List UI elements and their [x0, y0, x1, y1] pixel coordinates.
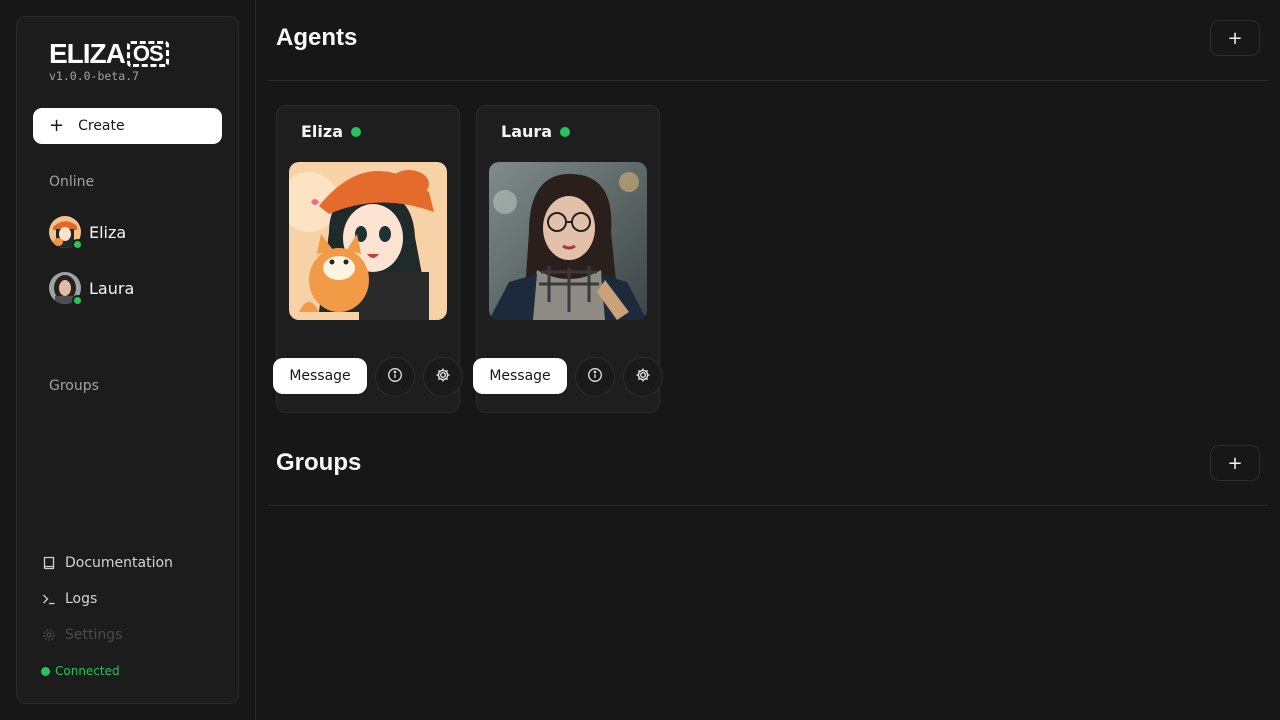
- logs-label: Logs: [65, 591, 98, 607]
- terminal-icon: [41, 591, 57, 607]
- settings-link[interactable]: Settings: [41, 624, 122, 646]
- app-logo[interactable]: ELIZA OS: [49, 39, 169, 69]
- create-label: Create: [78, 118, 125, 134]
- sidebar-container: ELIZA OS v1.0.0-beta.7 + Create Online E…: [0, 0, 256, 720]
- connection-status: Connected: [41, 664, 120, 678]
- agents-title: Agents: [276, 24, 358, 51]
- sidebar-agent-eliza[interactable]: Eliza: [49, 214, 219, 250]
- agent-card-title: Laura: [501, 122, 571, 141]
- book-icon: [41, 555, 57, 571]
- documentation-label: Documentation: [65, 555, 173, 571]
- logo-text: ELIZA: [49, 38, 126, 69]
- message-button[interactable]: Message: [273, 358, 367, 394]
- logs-link[interactable]: Logs: [41, 588, 97, 610]
- online-status-dot: [560, 126, 571, 137]
- documentation-link[interactable]: Documentation: [41, 552, 173, 574]
- laura-portrait-image: [489, 162, 647, 320]
- logo-os: OS: [126, 41, 169, 67]
- agent-card-laura: Laura Message: [473, 105, 663, 413]
- plus-icon: +: [1227, 27, 1243, 49]
- settings-button[interactable]: [623, 357, 663, 397]
- sidebar-agent-laura[interactable]: Laura: [49, 270, 219, 306]
- connection-status-dot: [41, 666, 50, 676]
- sidebar: ELIZA OS v1.0.0-beta.7 + Create Online E…: [16, 16, 239, 704]
- divider: [268, 80, 1268, 81]
- avatar: [49, 272, 83, 306]
- agent-card-title: Eliza: [301, 122, 362, 141]
- add-agent-button[interactable]: +: [1210, 20, 1260, 56]
- agent-card-eliza: Eliza Message: [273, 105, 463, 413]
- info-button[interactable]: [575, 357, 615, 397]
- create-button[interactable]: + Create: [33, 108, 222, 144]
- gear-icon: [435, 367, 451, 387]
- connection-status-label: Connected: [55, 664, 120, 678]
- agent-card-name: Eliza: [301, 122, 344, 141]
- info-icon: [387, 367, 403, 387]
- settings-button[interactable]: [423, 357, 463, 397]
- plus-icon: +: [1227, 452, 1243, 474]
- version-label: v1.0.0-beta.7: [49, 69, 140, 83]
- groups-title: Groups: [276, 449, 362, 476]
- message-button[interactable]: Message: [473, 358, 567, 394]
- info-icon: [587, 367, 603, 387]
- gear-icon: [635, 367, 651, 387]
- info-button[interactable]: [375, 357, 415, 397]
- add-group-button[interactable]: +: [1210, 445, 1260, 481]
- online-section-label: Online: [49, 174, 95, 190]
- groups-section-label: Groups: [49, 378, 99, 394]
- plus-icon: +: [49, 115, 65, 136]
- agent-card-name: Laura: [501, 122, 553, 141]
- online-status-dot: [72, 239, 83, 250]
- avatar: [49, 216, 83, 250]
- sidebar-agent-name: Eliza: [89, 222, 127, 242]
- online-status-dot: [351, 126, 362, 137]
- online-status-dot: [72, 295, 83, 306]
- gear-icon: [41, 627, 57, 643]
- settings-label: Settings: [65, 627, 123, 643]
- divider: [268, 505, 1268, 506]
- eliza-portrait-image: [289, 162, 447, 320]
- sidebar-agent-name: Laura: [89, 278, 135, 298]
